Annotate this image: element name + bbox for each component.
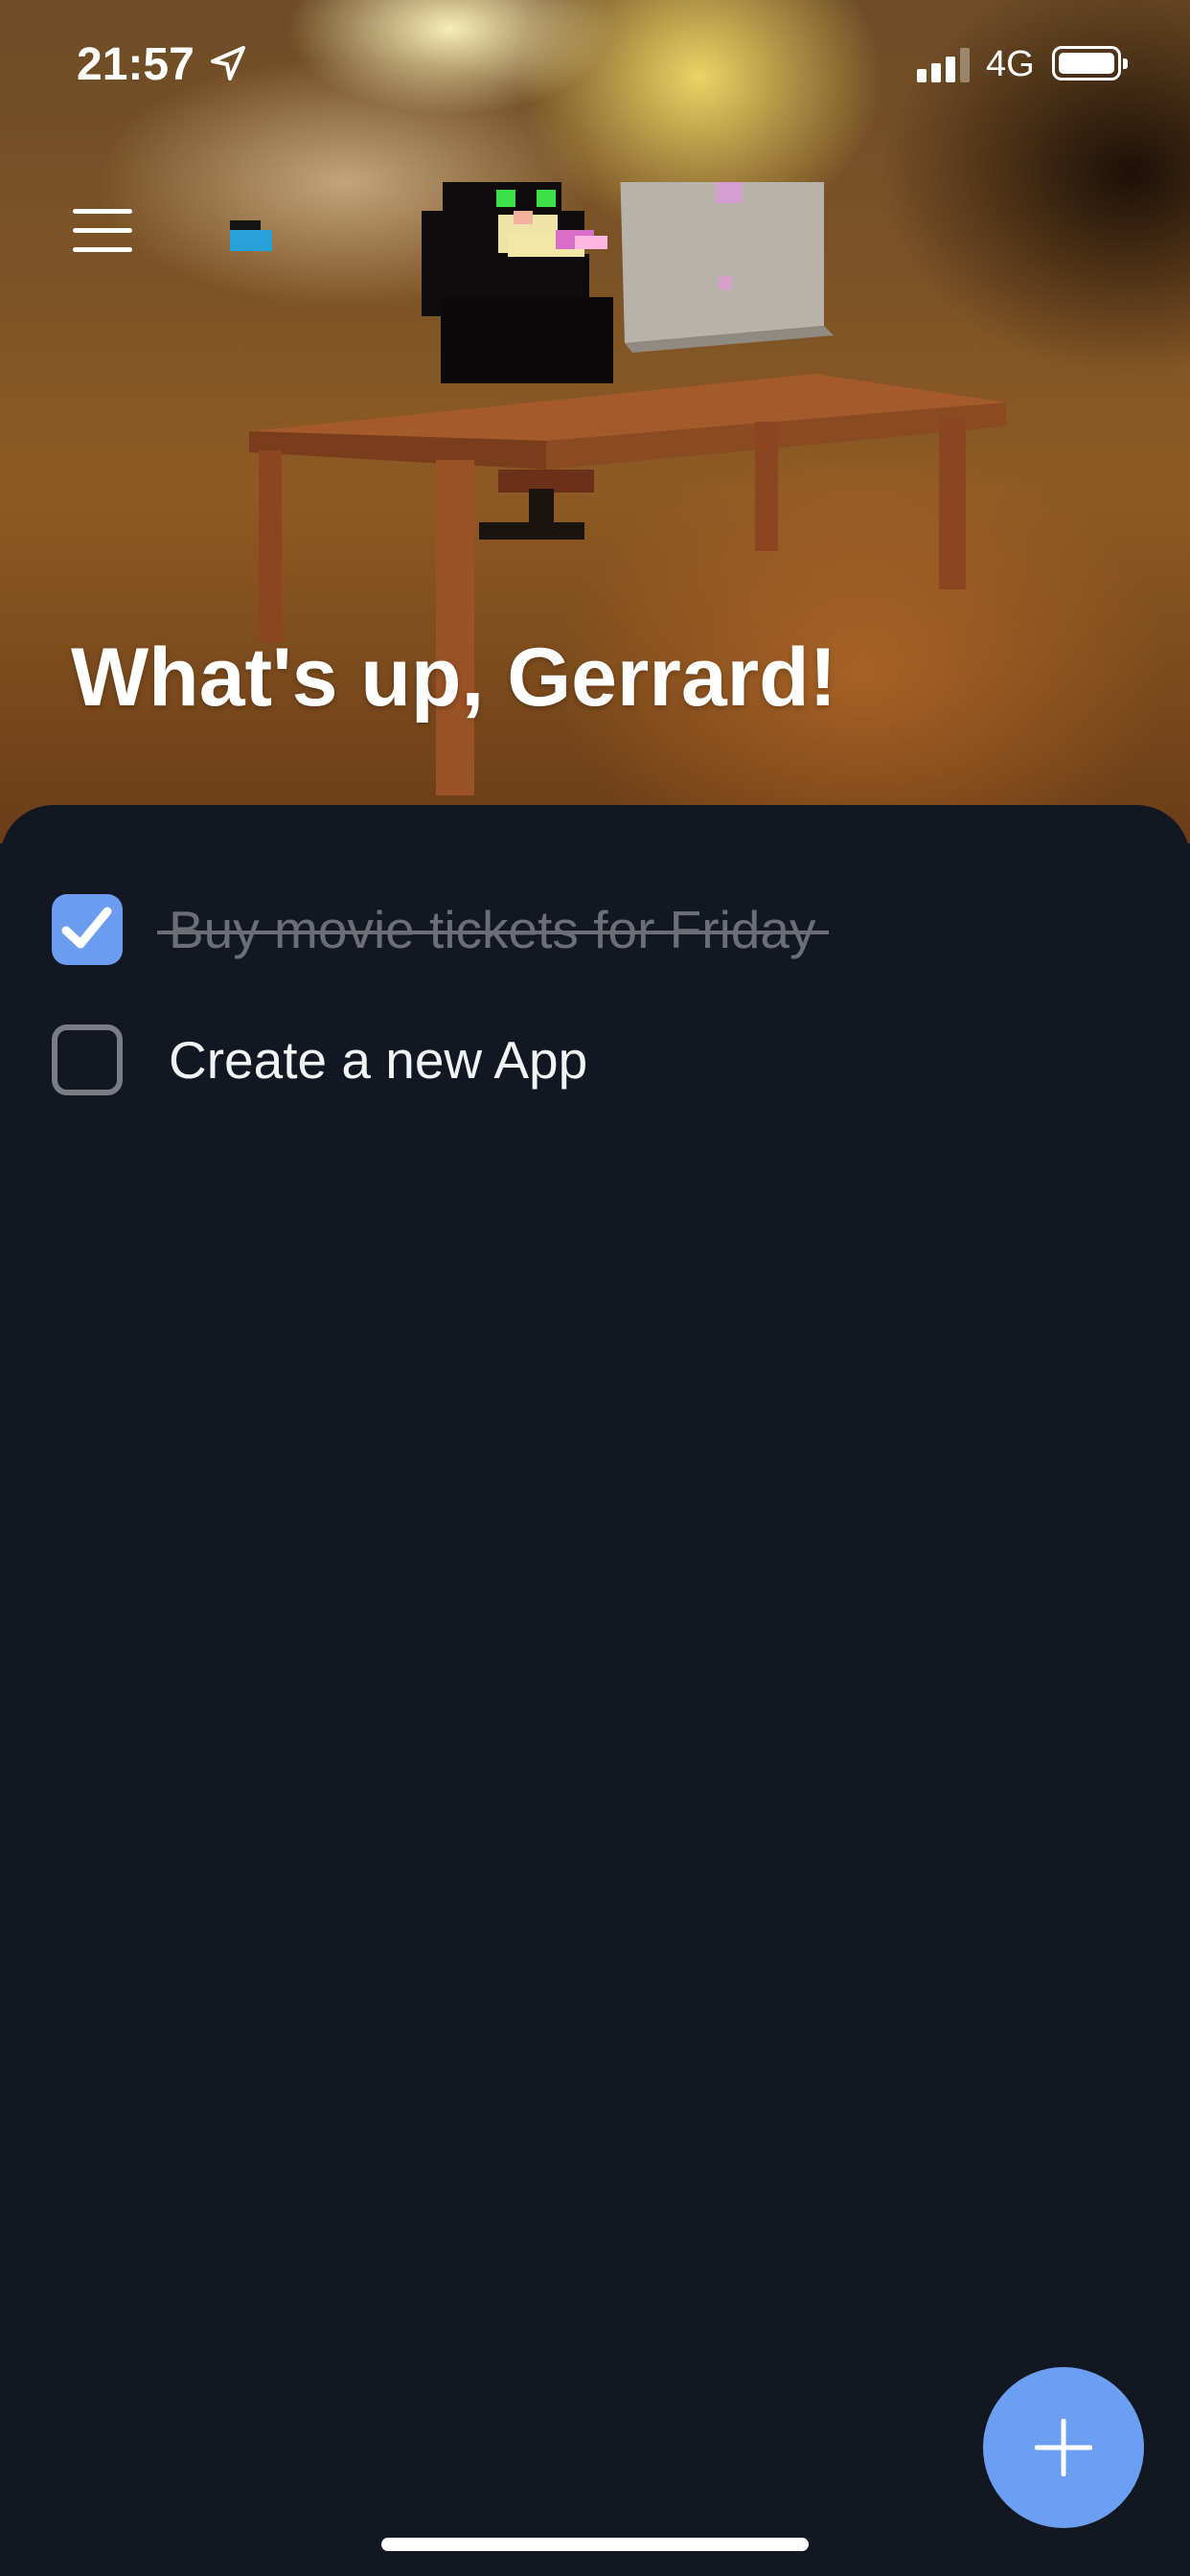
location-arrow-icon: [211, 46, 245, 80]
hamburger-menu-icon[interactable]: [73, 209, 132, 253]
add-task-button[interactable]: [983, 2367, 1144, 2528]
task-item-2[interactable]: Create a new App: [52, 1022, 587, 1098]
network-type: 4G: [986, 44, 1035, 84]
status-time: 21:57: [77, 39, 195, 90]
home-indicator[interactable]: [381, 2538, 809, 2551]
task-item-1[interactable]: Buy movie tickets for Friday: [52, 891, 830, 968]
plus-icon: [1035, 2419, 1092, 2476]
task-label: Create a new App: [169, 1030, 588, 1090]
task-checkbox-unchecked[interactable]: [52, 1024, 123, 1095]
greeting-title: What's up, Gerrard!: [71, 632, 837, 724]
signal-strength-icon: [917, 48, 971, 82]
task-checkbox-checked[interactable]: [52, 894, 123, 965]
battery-icon: [1052, 46, 1128, 80]
task-label: Buy movie tickets for Friday: [156, 900, 830, 959]
status-bar: 21:57 4G: [0, 0, 1190, 129]
cat-at-desk-illustration: [230, 182, 1006, 795]
checkmark-icon: [61, 907, 112, 949]
